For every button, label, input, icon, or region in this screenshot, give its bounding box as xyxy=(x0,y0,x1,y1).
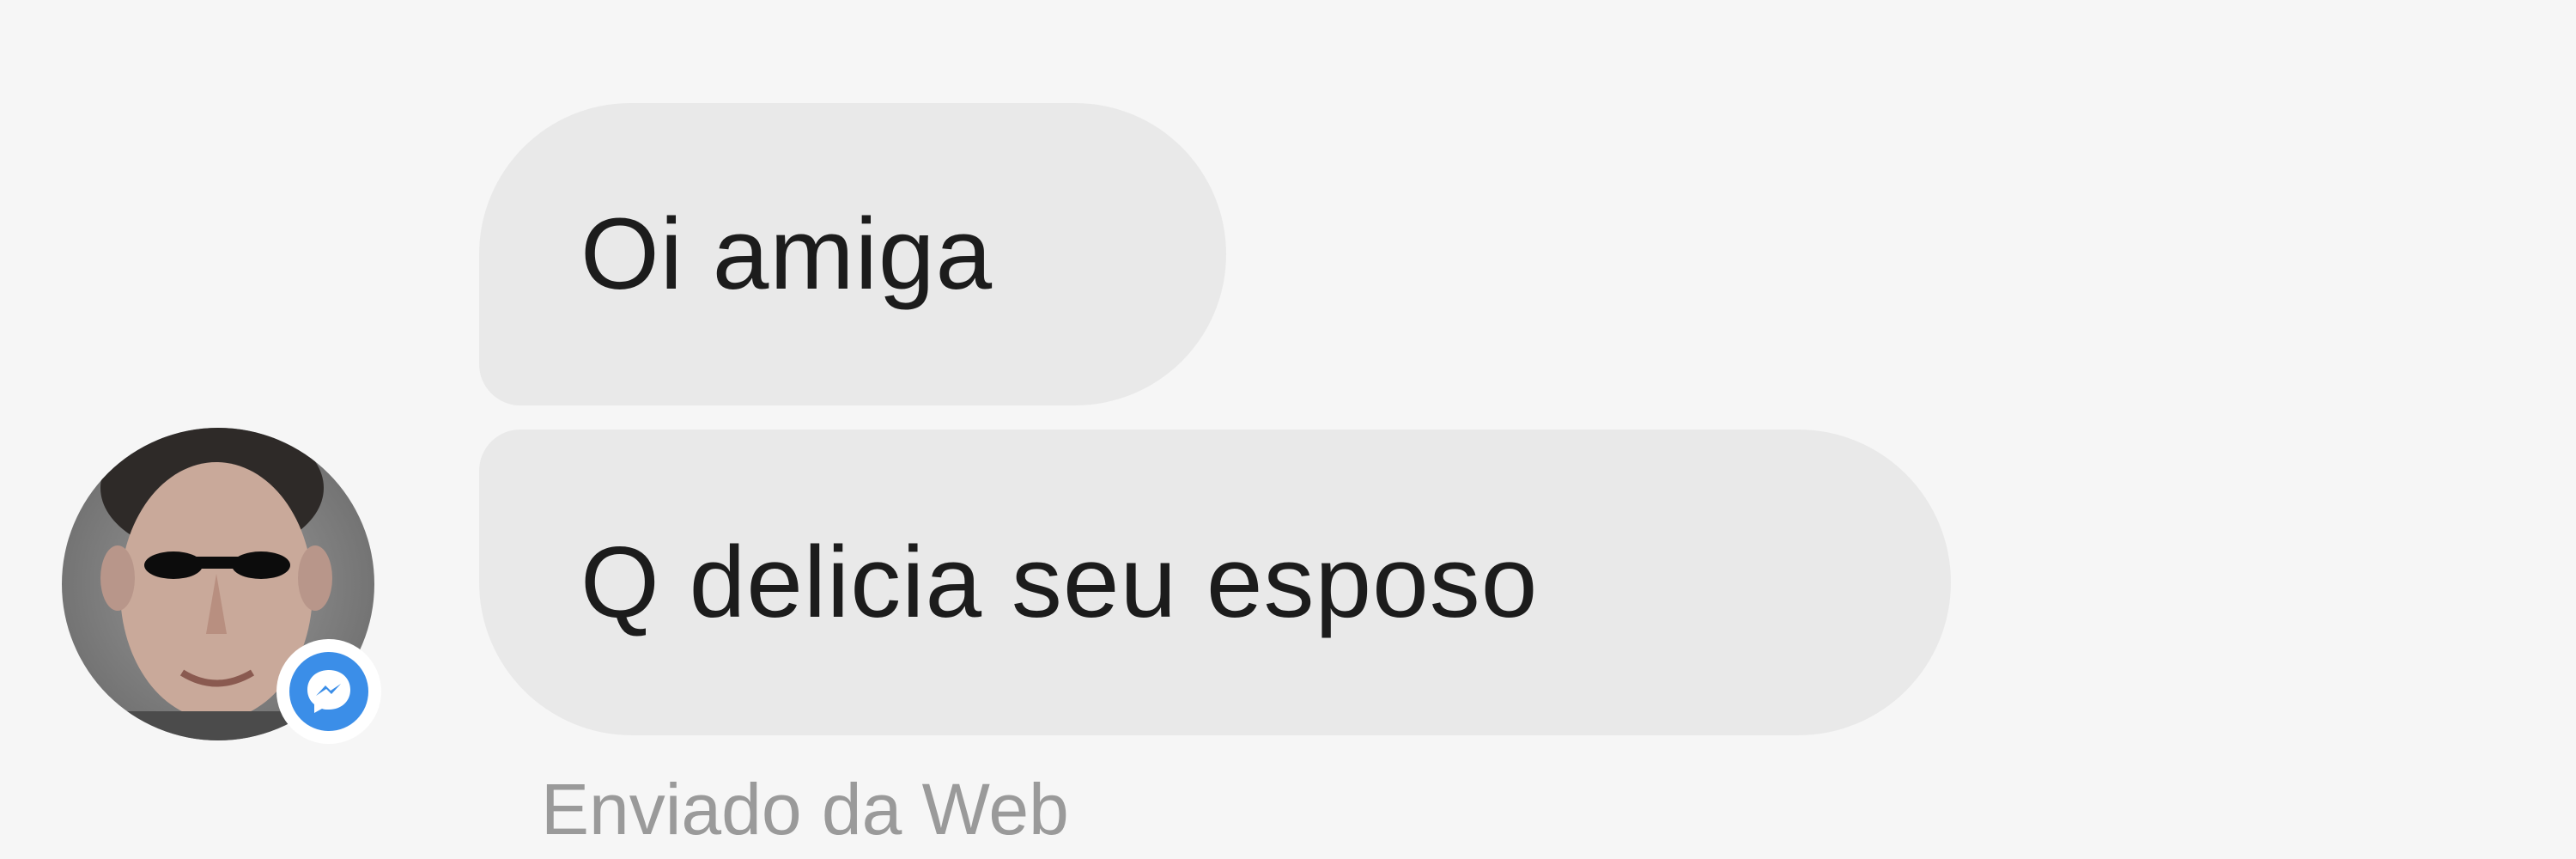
messenger-icon xyxy=(289,652,368,731)
messenger-badge xyxy=(276,639,381,744)
sent-from-caption: Enviado da Web xyxy=(541,769,1069,850)
message-bubble[interactable]: Q delicia seu esposo xyxy=(479,430,1951,735)
message-text: Q delicia seu esposo xyxy=(580,526,1539,639)
avatar[interactable] xyxy=(62,428,381,744)
message-bubble[interactable]: Oi amiga xyxy=(479,103,1226,405)
chat-screen: Oi amiga Q delicia seu esposo Enviado da… xyxy=(0,0,2576,859)
message-text: Oi amiga xyxy=(580,198,993,311)
